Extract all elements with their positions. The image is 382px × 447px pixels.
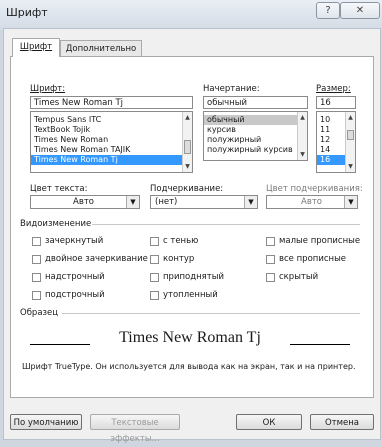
style-label-text: Начертание: (203, 84, 260, 94)
effect-label: малые прописные (279, 236, 361, 246)
effect-label: контур (163, 254, 195, 264)
preview-text: Times New Roman Tj (119, 329, 261, 346)
text-color-label: Цвет текста: (30, 184, 88, 194)
list-item[interactable]: курсив (204, 125, 307, 135)
checkbox[interactable] (32, 273, 41, 282)
cancel-button[interactable]: Отмена (310, 414, 374, 430)
ok-button[interactable]: ОК (236, 414, 302, 430)
checkbox[interactable] (266, 255, 275, 264)
style-input[interactable]: обычный (203, 96, 308, 109)
font-list[interactable]: Tempus Sans ITC TextBook Tojik Times New R… (30, 111, 193, 173)
style-label: Начертание: (203, 84, 260, 94)
checkbox[interactable] (150, 273, 159, 282)
size-input[interactable]: 16 (316, 96, 356, 109)
list-item[interactable]: полужирный курсив (204, 145, 307, 155)
tab-font[interactable]: Шрифт (12, 38, 60, 57)
preview-note: Шрифт TrueType. Он используется для выво… (22, 362, 356, 371)
list-item[interactable]: Times New Roman Tj (31, 155, 192, 165)
text-effects-button[interactable]: Текстовые эффекты... (90, 414, 180, 444)
scroll-down-icon[interactable]: ▼ (298, 151, 307, 158)
scroll-down-icon[interactable]: ▼ (183, 163, 192, 170)
list-item[interactable]: Times New Roman (31, 135, 192, 145)
scroll-up-icon[interactable]: ▲ (298, 114, 307, 121)
effect-label: двойное зачеркивание (45, 254, 148, 264)
list-item[interactable]: TextBook Tojik (31, 125, 192, 135)
underline-color-value: Авто (301, 197, 322, 207)
style-list[interactable]: обычный курсив полужирный полужирный курсив… (203, 111, 308, 161)
checkbox[interactable] (32, 255, 41, 264)
tab-font-label: Шрифт (19, 42, 53, 52)
size-list-scrollbar[interactable]: ▲ ▼ (345, 112, 355, 172)
size-list[interactable]: 10 11 12 14 16 ▲ ▼ (316, 111, 356, 173)
chevron-down-icon[interactable]: ▼ (344, 196, 357, 208)
effect-label: приподнятый (163, 272, 224, 282)
scroll-up-icon[interactable]: ▲ (183, 114, 192, 121)
effect-label: подстрочный (45, 290, 105, 300)
checkbox[interactable] (150, 237, 159, 246)
chevron-down-icon[interactable]: ▼ (126, 196, 139, 208)
text-color-select[interactable]: Авто ▼ (30, 195, 140, 209)
window-title: Шрифт (6, 6, 48, 19)
font-input[interactable]: Times New Roman Tj (30, 96, 193, 109)
text-color-value: Авто (73, 197, 94, 207)
checkbox[interactable] (266, 273, 275, 282)
style-list-scrollbar[interactable]: ▲ ▼ (297, 112, 307, 160)
effect-label: скрытый (279, 272, 319, 282)
underline-value: (нет) (155, 197, 178, 207)
checkbox[interactable] (32, 237, 41, 246)
preview-title: Образец (20, 308, 59, 318)
checkbox[interactable] (150, 291, 159, 300)
checkbox[interactable] (266, 237, 275, 246)
effect-label: зачеркнутый (45, 236, 104, 246)
effect-label: утопленный (163, 290, 218, 300)
close-button[interactable]: ✕ (340, 2, 380, 19)
effects-title: Видоизменение (20, 219, 92, 229)
underline-color-select[interactable]: Авто ▼ (266, 195, 358, 209)
chevron-down-icon[interactable]: ▼ (244, 196, 257, 208)
underline-color-label: Цвет подчеркивания: (266, 184, 363, 194)
scroll-up-icon[interactable]: ▲ (346, 114, 355, 121)
font-label: Шрифт: (30, 84, 66, 94)
set-default-button[interactable]: По умолчанию (10, 414, 82, 430)
effect-label: все прописные (279, 254, 347, 264)
size-label: Размер: (316, 84, 351, 94)
tab-advanced-label: Дополнительно (65, 44, 137, 54)
checkbox[interactable] (32, 291, 41, 300)
checkbox[interactable] (150, 255, 159, 264)
help-button[interactable]: ? (316, 2, 340, 19)
divider (62, 313, 360, 314)
list-item[interactable]: Tempus Sans ITC (31, 115, 192, 125)
effect-label: надстрочный (45, 272, 105, 282)
list-item[interactable]: обычный (204, 115, 307, 125)
effect-label: с тенью (163, 236, 199, 246)
preview-box: Times New Roman Tj (22, 322, 358, 356)
scroll-down-icon[interactable]: ▼ (346, 163, 355, 170)
tab-advanced[interactable]: Дополнительно (60, 40, 142, 57)
scroll-thumb[interactable] (347, 130, 354, 140)
underline-label: Подчеркивание: (150, 184, 224, 194)
list-item[interactable]: полужирный (204, 135, 307, 145)
font-list-scrollbar[interactable]: ▲ ▼ (182, 112, 192, 172)
scroll-thumb[interactable] (184, 140, 191, 154)
list-item[interactable]: Times New Roman TAJIK (31, 145, 192, 155)
underline-select[interactable]: (нет) ▼ (150, 195, 258, 209)
divider (92, 224, 360, 225)
